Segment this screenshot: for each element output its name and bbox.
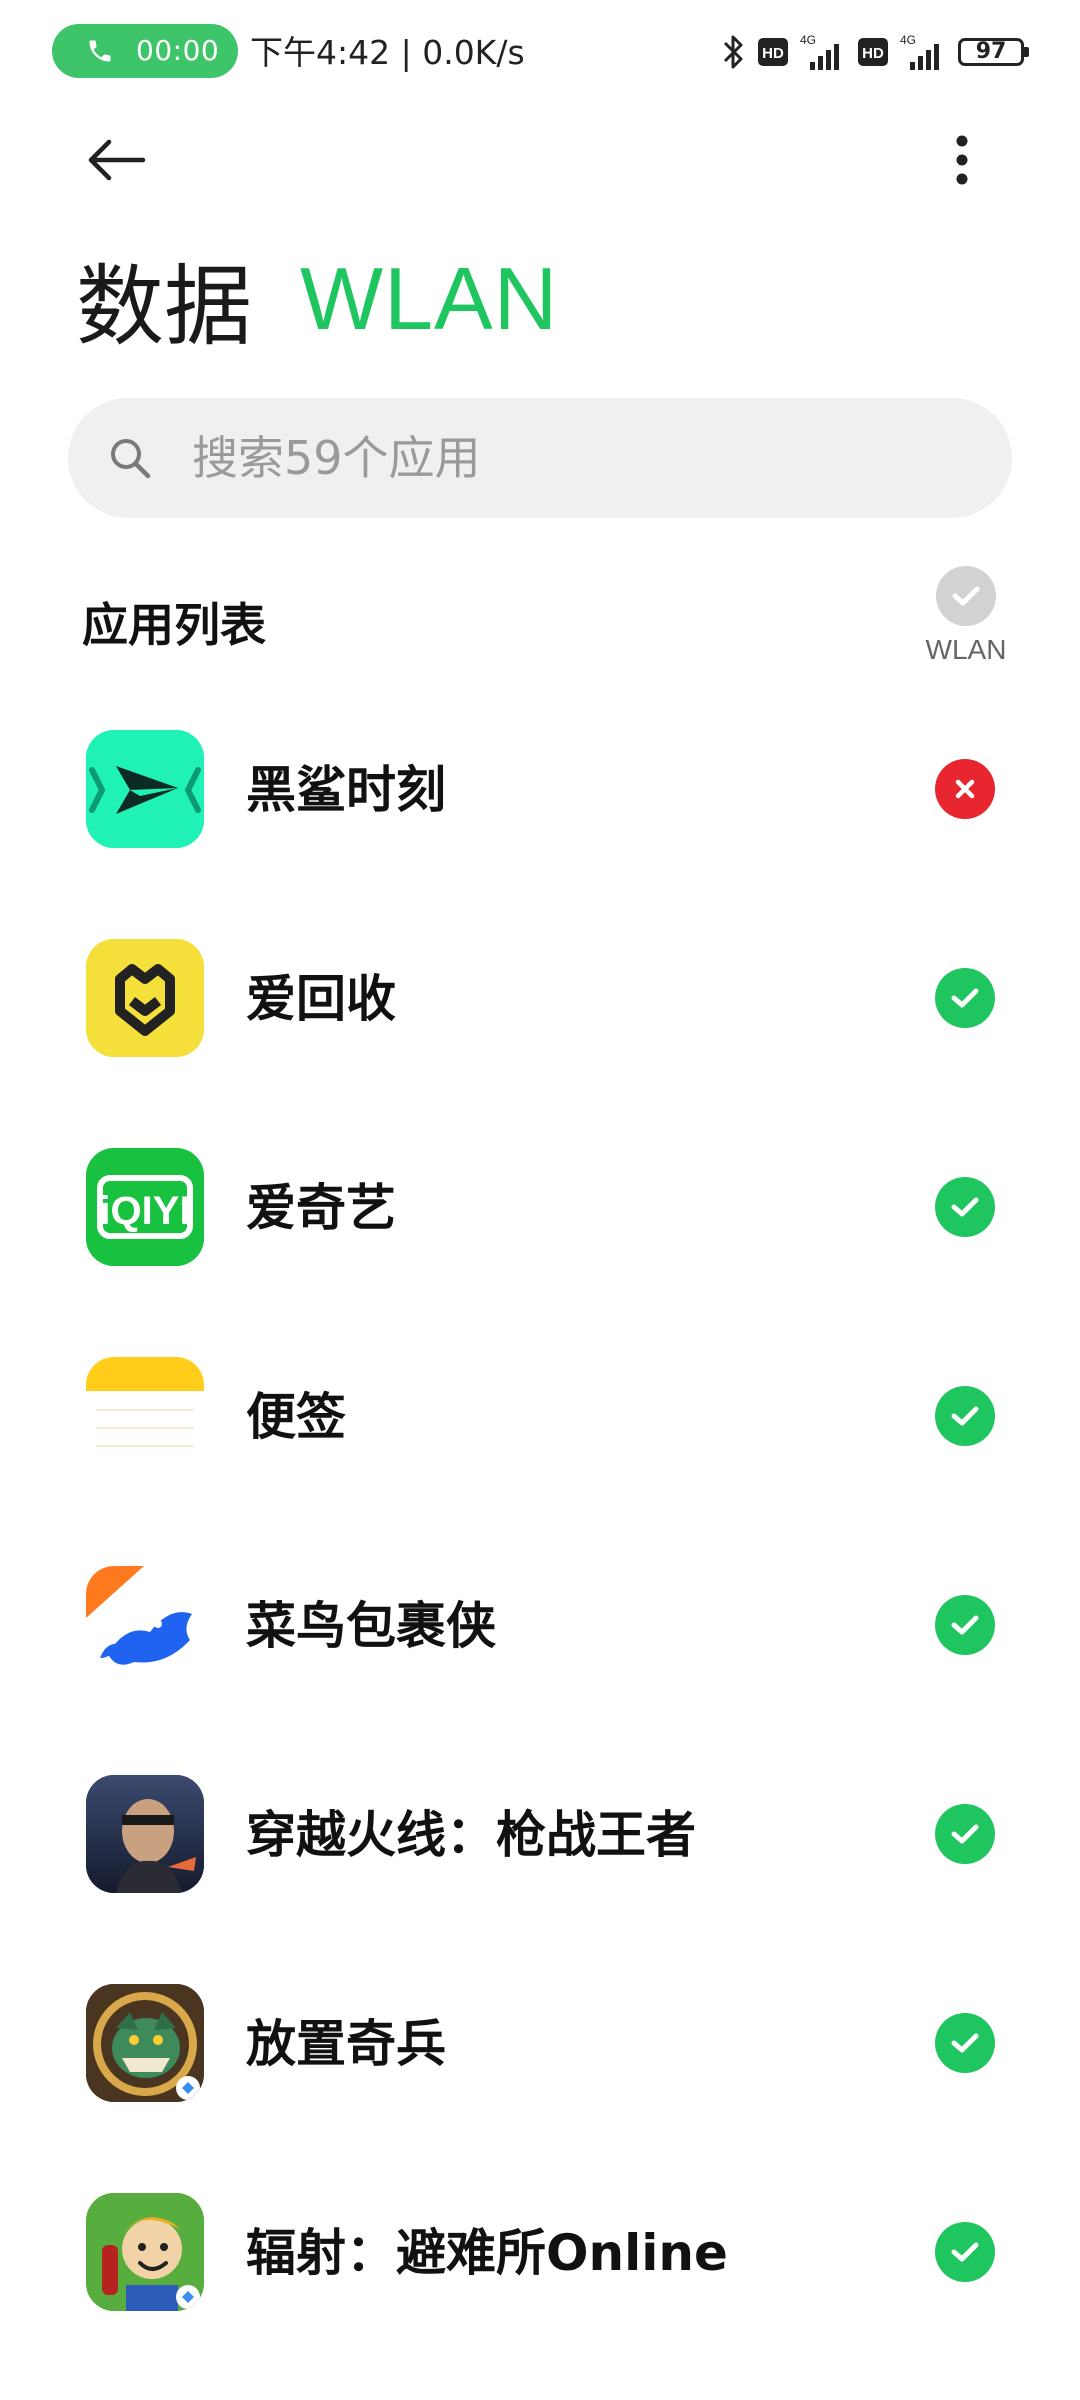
wlan-toggle-on[interactable] [935,2222,995,2282]
app-list: 黑鲨时刻 爱回收 iQIYI 爱奇艺 便签 菜鸟包裹侠 穿越火线：枪战王者 放置… [0,700,1080,2372]
check-icon [951,1406,979,1426]
battery-icon: 97 [958,38,1029,66]
clock-and-speed: 下午4:42 | 0.0K/s [250,33,525,72]
aihuishou-icon [86,939,204,1057]
app-icon-fallout-shelter [86,2193,204,2311]
wlan-toggle-on[interactable] [935,1177,995,1237]
tab-wlan[interactable]: WLAN [300,248,558,350]
list-item[interactable]: 黑鲨时刻 [0,700,1080,909]
signal-4g-icon: 4G [800,33,839,70]
check-icon [951,2033,979,2053]
wlan-toggle-on[interactable] [935,1595,995,1655]
app-icon-notes [86,1357,204,1475]
idle-heroes-icon [86,1984,204,2102]
network-label: 4G [800,33,816,47]
notes-icon [86,1357,204,1475]
bluetooth-icon [723,35,743,69]
list-item[interactable]: 辐射：避难所Online [0,2163,1080,2372]
wlan-toggle-on[interactable] [935,2013,995,2073]
app-name: 黑鲨时刻 [246,761,446,819]
app-name: 辐射：避难所Online [246,2224,728,2282]
app-name: 菜鸟包裹侠 [246,1597,496,1655]
app-name: 爱回收 [246,970,396,1028]
list-item[interactable]: 便签 [0,1327,1080,1536]
tab-data[interactable]: 数据 [76,236,252,363]
app-icon-cainiao [86,1566,204,1684]
app-name: 便签 [246,1388,346,1446]
select-all-check[interactable] [936,566,996,626]
iqiyi-icon: iQIYI [86,1148,204,1266]
check-icon [951,1197,979,1217]
column-label: WLAN [925,634,1007,665]
check-icon [952,586,980,606]
cainiao-icon [86,1566,204,1684]
search-icon [111,439,151,479]
check-icon [951,2242,979,2262]
list-item[interactable]: 爱回收 [0,909,1080,1118]
list-item[interactable]: iQIYI 爱奇艺 [0,1118,1080,1327]
hd-label: HD [762,45,784,62]
wlan-select-all[interactable]: WLAN [906,566,1026,666]
status-bar: 00:00 下午4:42 | 0.0K/s HD 4G HD 4G 97 [0,0,1080,104]
more-button[interactable] [930,128,994,192]
app-icon-idle-heroes [86,1984,204,2102]
fallout-shelter-icon [86,2193,204,2311]
network-label-2: 4G [900,33,916,47]
back-button[interactable] [76,128,156,192]
list-title: 应用列表 [82,598,266,652]
battery-level: 97 [975,39,1007,64]
app-icon-crossfire [86,1775,204,1893]
search-bar[interactable] [68,398,1012,518]
status-icons: HD 4G HD 4G 97 [720,28,1029,76]
title-tabs: 数据 WLAN [76,244,558,358]
call-duration: 00:00 [136,34,220,67]
app-name: 放置奇兵 [246,2015,446,2073]
wlan-toggle-on[interactable] [935,1804,995,1864]
phone-icon [89,40,111,62]
more-vertical-icon [956,135,968,185]
list-item[interactable]: 菜鸟包裹侠 [0,1536,1080,1745]
app-name: 爱奇艺 [246,1179,396,1237]
wlan-toggle-on[interactable] [935,1386,995,1446]
app-icon-blackshark [86,730,204,848]
hd-label-2: HD [862,45,884,62]
wlan-toggle-on[interactable] [935,968,995,1028]
crossfire-icon [86,1775,204,1893]
app-name: 穿越火线：枪战王者 [246,1806,696,1864]
hd-icon-2: HD [858,38,888,66]
app-icon-aihuishou [86,939,204,1057]
search-input[interactable] [190,430,974,486]
arrow-left-icon [88,139,146,181]
svg-text:iQIYI: iQIYI [99,1189,190,1233]
close-icon [955,779,975,799]
signal-4g-icon-2: 4G [900,33,939,70]
check-icon [951,988,979,1008]
blackshark-icon [86,730,204,848]
list-item[interactable]: 穿越火线：枪战王者 [0,1745,1080,1954]
check-icon [951,1824,979,1844]
call-indicator[interactable]: 00:00 [52,24,238,78]
app-icon-iqiyi: iQIYI [86,1148,204,1266]
list-item[interactable]: 放置奇兵 [0,1954,1080,2163]
check-icon [951,1615,979,1635]
wlan-toggle-off[interactable] [935,759,995,819]
hd-icon: HD [758,38,788,66]
